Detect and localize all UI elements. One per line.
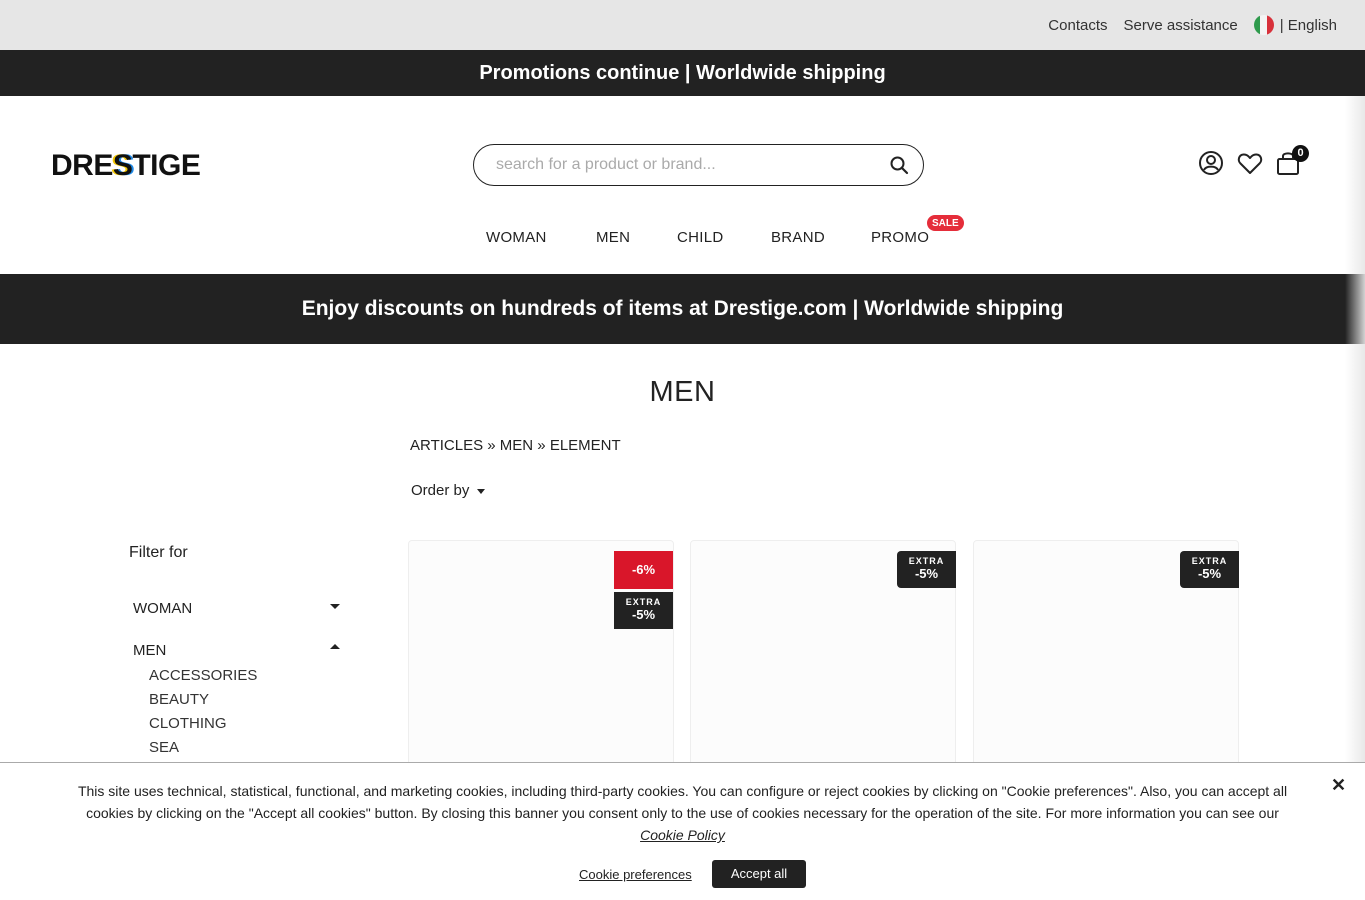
breadcrumb-separator: » (537, 437, 546, 454)
product-card[interactable]: EXTRA -5% (690, 540, 956, 800)
filter-sub-clothing[interactable]: CLOTHING (149, 715, 227, 732)
page-title: MEN (649, 376, 716, 408)
promo-strip: Promotions continue | Worldwide shipping (0, 50, 1365, 96)
extra-discount-badge: EXTRA -5% (1180, 551, 1239, 588)
cart-count-badge: 0 (1292, 145, 1309, 162)
flag-italy-icon[interactable] (1253, 15, 1274, 35)
breadcrumb-separator: » (487, 437, 496, 454)
extra-value: -5% (914, 566, 939, 581)
filter-title: Filter for (129, 544, 188, 561)
nav-item-child[interactable]: CHILD (677, 229, 724, 246)
logo-part: S (112, 149, 133, 182)
cookie-preferences-button[interactable]: Cookie preferences (579, 867, 692, 882)
site-logo[interactable]: DRESTIGE (51, 149, 201, 183)
assistance-link[interactable]: Serve assistance (1124, 17, 1238, 34)
bag-icon[interactable]: 0 (1274, 145, 1309, 178)
filter-sub-accessories[interactable]: ACCESSORIES (149, 667, 257, 684)
extra-value: -5% (631, 607, 656, 622)
filter-sub-beauty[interactable]: BEAUTY (149, 691, 209, 708)
nav-item-woman[interactable]: WOMAN (486, 229, 547, 246)
search-input[interactable] (494, 155, 874, 175)
order-by-label: Order by (411, 482, 470, 499)
cookie-banner: This site uses technical, statistical, f… (0, 762, 1365, 900)
cookie-text-block: This site uses technical, statistical, f… (60, 780, 1305, 846)
caret-down-icon (477, 488, 486, 494)
sale-badge: SALE (927, 215, 964, 231)
accept-all-button[interactable]: Accept all (712, 860, 806, 888)
top-utility-bar: Contacts Serve assistance | English (0, 0, 1365, 50)
discount-badge: -6% (614, 551, 673, 589)
filter-category-woman[interactable]: WOMAN (133, 600, 192, 617)
contacts-link[interactable]: Contacts (1048, 17, 1107, 34)
extra-label: EXTRA (1191, 556, 1228, 566)
header-icons: 0 (1196, 145, 1313, 178)
language-selector[interactable]: | English (1280, 17, 1337, 34)
breadcrumb-men[interactable]: MEN (500, 437, 533, 454)
nav-item-promo[interactable]: PROMO (871, 229, 929, 246)
search-icon[interactable] (889, 155, 909, 180)
extra-label: EXTRA (908, 556, 945, 566)
promo-banner: Enjoy discounts on hundreds of items at … (0, 274, 1365, 344)
scroll-shadow (1345, 96, 1365, 762)
cookie-text: This site uses technical, statistical, f… (77, 783, 1288, 821)
breadcrumb-element[interactable]: ELEMENT (550, 437, 621, 454)
extra-discount-badge: EXTRA -5% (614, 592, 673, 629)
logo-part: DRE (51, 149, 113, 182)
main-nav: WOMAN MEN CHILD BRAND PROMO (0, 229, 1365, 249)
close-icon[interactable]: ✕ (1331, 775, 1346, 796)
filter-category-men[interactable]: MEN (133, 642, 166, 659)
caret-down-icon[interactable] (330, 604, 340, 609)
extra-discount-badge: EXTRA -5% (897, 551, 956, 588)
nav-item-men[interactable]: MEN (596, 229, 630, 246)
search-box (473, 144, 924, 186)
extra-value: -5% (1197, 566, 1222, 581)
account-icon[interactable] (1196, 148, 1226, 178)
extra-label: EXTRA (625, 597, 662, 607)
cookie-policy-link[interactable]: Cookie Policy (640, 827, 725, 843)
breadcrumb: ARTICLES » MEN » ELEMENT (410, 437, 621, 454)
product-card[interactable]: -6% EXTRA -5% (408, 540, 674, 800)
utility-links: Contacts Serve assistance | English (1032, 15, 1337, 35)
product-card[interactable]: EXTRA -5% (973, 540, 1239, 800)
nav-item-brand[interactable]: BRAND (771, 229, 825, 246)
order-by-dropdown[interactable]: Order by (411, 482, 486, 499)
caret-up-icon[interactable] (330, 644, 340, 649)
logo-part: TIGE (132, 149, 201, 182)
breadcrumb-articles[interactable]: ARTICLES (410, 437, 483, 454)
heart-icon[interactable] (1235, 148, 1265, 178)
filter-sub-sea[interactable]: SEA (149, 739, 179, 756)
